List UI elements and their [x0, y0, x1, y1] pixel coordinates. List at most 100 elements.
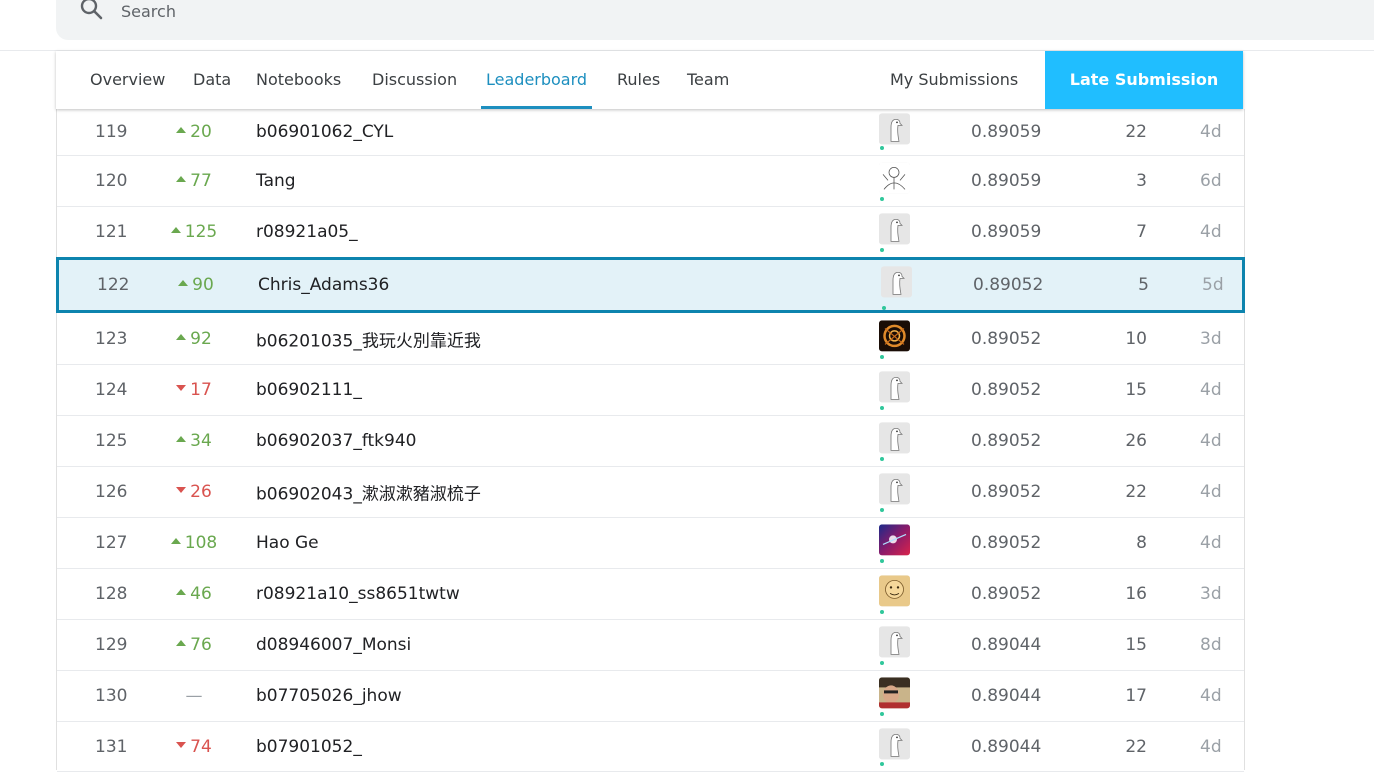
- goose-avatar-icon[interactable]: [879, 213, 910, 245]
- rank-change: 26: [169, 482, 219, 502]
- rank-number: 130: [95, 686, 128, 706]
- table-row[interactable]: 128 46 r08921a10_ss8651twtw 0.89052 16 3d: [57, 569, 1244, 620]
- my-submissions-link[interactable]: My Submissions: [890, 51, 1018, 109]
- team-name[interactable]: r08921a10_ss8651twtw: [256, 584, 460, 604]
- online-status-dot: [880, 610, 884, 614]
- table-row[interactable]: 131 74 b07901052_ 0.89044 22 4d: [57, 722, 1244, 772]
- rank-change-value: 34: [190, 431, 212, 451]
- sketch-avatar-icon[interactable]: [879, 162, 910, 194]
- rank-number: 124: [95, 380, 128, 400]
- rank-change-value: 74: [190, 736, 212, 757]
- tab-team[interactable]: Team: [687, 51, 729, 109]
- arrow-up-icon: [176, 127, 187, 133]
- entries-count: 22: [1125, 482, 1147, 502]
- goose-avatar-icon[interactable]: [879, 727, 910, 759]
- rank-change: 90: [171, 275, 221, 295]
- team-name[interactable]: b06902111_: [256, 380, 362, 400]
- rank-change: 77: [169, 171, 219, 191]
- rank-change-value: 92: [190, 329, 212, 349]
- team-name[interactable]: d08946007_Monsi: [256, 635, 411, 655]
- rank-change: 76: [169, 635, 219, 655]
- team-name[interactable]: b06902037_ftk940: [256, 431, 416, 451]
- tab-discussion[interactable]: Discussion: [372, 51, 457, 109]
- goose-avatar-icon[interactable]: [879, 371, 910, 403]
- tab-leaderboard[interactable]: Leaderboard: [480, 51, 593, 109]
- table-row[interactable]: 123 92 b06201035_我玩火別靠近我 0.89052 10 3d: [57, 314, 1244, 365]
- arrow-up-icon: [176, 589, 187, 595]
- table-row[interactable]: 120 77 Tang 0.89059 3 6d: [57, 156, 1244, 207]
- tab-notebooks[interactable]: Notebooks: [256, 51, 341, 109]
- rank-change: 46: [169, 584, 219, 604]
- arrow-up-icon: [176, 436, 187, 442]
- goose-avatar-icon[interactable]: [879, 473, 910, 505]
- leaderboard-table: 119 20 b06901062_CYL 0.89059 22 4d 120 77 Tang 0.…: [56, 109, 1245, 772]
- entries-count: 17: [1125, 686, 1147, 706]
- fire-ring-avatar-icon[interactable]: [879, 320, 910, 352]
- rank-change-value: 125: [184, 222, 218, 242]
- team-name[interactable]: b07705026_jhow: [256, 686, 402, 706]
- entries-count: 22: [1125, 736, 1147, 757]
- rank-change: 92: [169, 329, 219, 349]
- score: 0.89052: [971, 329, 1042, 349]
- rank-number: 131: [95, 736, 128, 757]
- table-row[interactable]: 127 108 Hao Ge 0.89052 8 4d: [57, 518, 1244, 569]
- score: 0.89052: [971, 431, 1042, 451]
- rank-change-value: 90: [192, 275, 214, 295]
- table-row-current-user[interactable]: 122 90 Chris_Adams36 0.89052 5 5d: [56, 257, 1245, 313]
- entries-count: 10: [1125, 329, 1147, 349]
- rank-change: 108: [169, 533, 219, 553]
- rank-change: —: [169, 686, 219, 706]
- photo-avatar-icon[interactable]: [879, 677, 910, 709]
- tab-data[interactable]: Data: [193, 51, 231, 109]
- rank-change-value: —: [185, 686, 203, 706]
- cartoon-avatar-icon[interactable]: [879, 575, 910, 607]
- entries-count: 5: [1138, 275, 1149, 295]
- team-name[interactable]: Tang: [256, 171, 296, 191]
- table-row[interactable]: 124 17 b06902111_ 0.89052 15 4d: [57, 365, 1244, 416]
- late-submission-button[interactable]: Late Submission: [1045, 51, 1243, 109]
- online-status-dot: [880, 197, 884, 201]
- rank-number: 128: [95, 584, 128, 604]
- table-row[interactable]: 130 — b07705026_jhow 0.89044 17 4d: [57, 671, 1244, 722]
- rank-number: 119: [95, 122, 128, 142]
- goose-avatar-icon[interactable]: [879, 626, 910, 658]
- entries-count: 15: [1125, 380, 1147, 400]
- search-input[interactable]: [121, 0, 721, 22]
- search-bar[interactable]: [56, 0, 1374, 40]
- table-row[interactable]: 121 125 r08921a05_ 0.89059 7 4d: [57, 207, 1244, 258]
- team-name[interactable]: Hao Ge: [256, 533, 319, 553]
- team-name[interactable]: b06201035_我玩火別靠近我: [256, 327, 481, 352]
- tab-overview[interactable]: Overview: [90, 51, 165, 109]
- rank-number: 125: [95, 431, 128, 451]
- goose-avatar-icon[interactable]: [881, 266, 912, 298]
- table-row[interactable]: 119 20 b06901062_CYL 0.89059 22 4d: [57, 109, 1244, 156]
- rank-number: 126: [95, 482, 128, 502]
- goose-avatar-icon[interactable]: [879, 422, 910, 454]
- goose-avatar-icon[interactable]: [879, 113, 910, 145]
- rank-number: 127: [95, 533, 128, 553]
- last-submission: 4d: [1200, 482, 1222, 502]
- arrow-up-icon: [176, 640, 187, 646]
- rank-change: 74: [169, 737, 219, 757]
- team-name[interactable]: Chris_Adams36: [258, 275, 389, 295]
- team-name[interactable]: b06901062_CYL: [256, 122, 393, 142]
- rank-number: 129: [95, 635, 128, 655]
- team-name[interactable]: b07901052_: [256, 737, 362, 757]
- rank-change: 20: [169, 122, 219, 142]
- rank-change-value: 17: [190, 380, 212, 400]
- team-name[interactable]: r08921a05_: [256, 222, 358, 242]
- online-status-dot: [880, 712, 884, 716]
- team-name[interactable]: b06902043_漱淑漱豬淑梳子: [256, 480, 481, 505]
- last-submission: 3d: [1200, 329, 1222, 349]
- table-row[interactable]: 125 34 b06902037_ftk940 0.89052 26 4d: [57, 416, 1244, 467]
- last-submission: 6d: [1200, 171, 1222, 191]
- score: 0.89044: [971, 635, 1042, 655]
- online-status-dot: [880, 457, 884, 461]
- table-row[interactable]: 126 26 b06902043_漱淑漱豬淑梳子 0.89052 22 4d: [57, 467, 1244, 518]
- score: 0.89052: [971, 533, 1042, 553]
- tab-rules[interactable]: Rules: [617, 51, 660, 109]
- table-row[interactable]: 129 76 d08946007_Monsi 0.89044 15 8d: [57, 620, 1244, 671]
- last-submission: 8d: [1200, 635, 1222, 655]
- entries-count: 7: [1136, 222, 1147, 242]
- galaxy-avatar-icon[interactable]: [879, 524, 910, 556]
